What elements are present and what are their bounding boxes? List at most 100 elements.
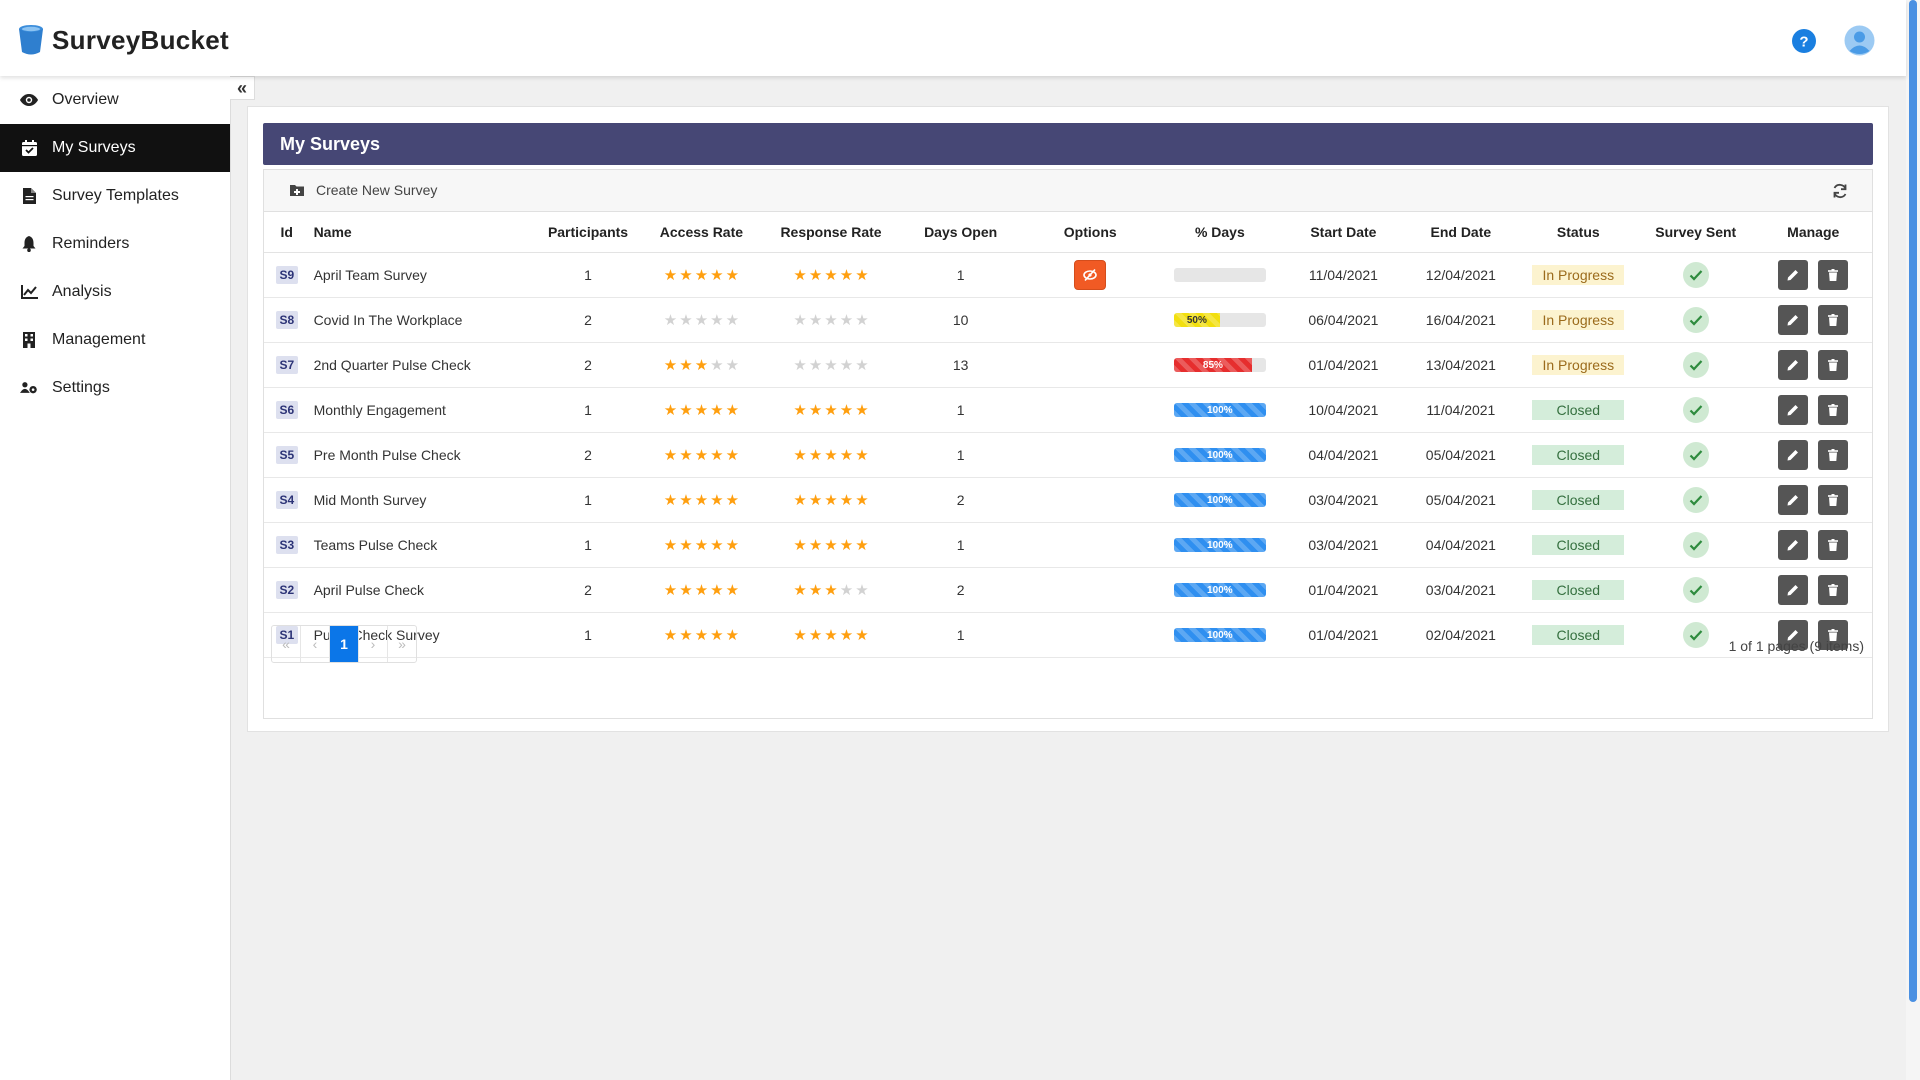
table-row[interactable]: S6 Monthly Engagement 1 ★ ★ ★ ★ ★ ★ ★ ★ ★ ★ 1 100% 10/0… [264,387,1872,433]
survey-name[interactable]: Covid In The Workplace [309,297,540,343]
access-rate-cell: ★ ★ ★ ★ ★ [636,297,767,343]
column-header[interactable]: Id [264,212,310,253]
access-rate-cell: ★ ★ ★ ★ ★ [636,612,767,658]
edit-button[interactable] [1778,305,1809,335]
prev-page-button[interactable]: ‹ [301,626,330,662]
response-rate-cell: ★ ★ ★ ★ ★ [766,477,896,523]
question-circle-icon[interactable]: ? [1791,28,1817,54]
end-date: 16/04/2021 [1402,297,1520,343]
sidebar-item-overview[interactable]: Overview [0,76,230,124]
trash-icon [1828,449,1839,461]
page-button-current[interactable]: 1 [330,626,359,662]
column-header[interactable]: Name [309,212,540,253]
trash-icon [1828,269,1839,281]
survey-name[interactable]: Teams Pulse Check [309,522,540,568]
table-row[interactable]: S2 April Pulse Check 2 ★ ★ ★ ★ ★ ★ ★ ★ ★ ★ 2 100% 01/04… [264,567,1872,613]
progress-fill: 100% [1173,493,1266,507]
star-icon: ★ [808,627,823,644]
column-header[interactable]: Response Rate [766,212,896,253]
delete-button[interactable] [1818,485,1849,515]
page-scrollbar[interactable] [1906,0,1920,1080]
create-new-survey-button[interactable]: Create New Survey [290,182,437,198]
status-cell: In Progress [1519,252,1638,298]
response-rate-cell: ★ ★ ★ ★ ★ [766,432,896,478]
star-icon: ★ [725,267,740,284]
delete-button[interactable] [1818,395,1849,425]
survey-name[interactable]: Pre Month Pulse Check [309,432,540,478]
star-rating: ★ ★ ★ ★ ★ [793,313,868,328]
delete-button[interactable] [1818,260,1849,290]
column-header[interactable]: Manage [1754,212,1872,253]
delete-button[interactable] [1818,305,1849,335]
edit-button[interactable] [1778,575,1809,605]
column-header[interactable]: End Date [1402,212,1520,253]
first-page-button[interactable]: « [272,626,301,662]
refresh-icon[interactable] [1832,183,1848,199]
star-icon: ★ [855,402,869,419]
delete-button[interactable] [1818,575,1849,605]
column-header[interactable]: Access Rate [636,212,767,253]
pencil-icon [1787,360,1799,371]
user-avatar-icon[interactable] [1844,25,1875,56]
survey-name[interactable]: April Pulse Check [309,567,540,613]
survey-id-badge: S8 [275,311,298,329]
hide-survey-button[interactable] [1074,260,1107,290]
star-icon: ★ [663,447,678,464]
delete-button[interactable] [1818,350,1849,380]
logo[interactable]: SurveyBucket [18,24,229,56]
manage-cell [1754,522,1872,568]
table-row[interactable]: S8 Covid In The Workplace 2 ★ ★ ★ ★ ★ ★ ★ ★ ★ ★ 10 50%… [264,297,1872,343]
column-header[interactable]: Start Date [1284,212,1403,253]
delete-button[interactable] [1818,440,1849,470]
days-open: 1 [895,252,1026,298]
table-row[interactable]: S3 Teams Pulse Check 1 ★ ★ ★ ★ ★ ★ ★ ★ ★ ★ 1 100% 03/04… [264,522,1872,568]
sidebar-item-settings[interactable]: Settings [0,364,230,412]
options-cell [1025,477,1156,523]
column-header[interactable]: Options [1025,212,1156,253]
last-page-button[interactable]: » [388,626,416,662]
pct-days-cell: 85% [1155,342,1285,388]
next-page-button[interactable]: › [359,626,388,662]
edit-button[interactable] [1778,440,1809,470]
sidebar-item-analysis[interactable]: Analysis [0,268,230,316]
table-row[interactable]: S4 Mid Month Survey 1 ★ ★ ★ ★ ★ ★ ★ ★ ★ ★ 2 100% 03/04/… [264,477,1872,523]
sidebar-collapse-button[interactable]: « [230,76,255,100]
table-row[interactable]: S9 April Team Survey 1 ★ ★ ★ ★ ★ ★ ★ ★ ★ ★ 1 11/04/202… [264,252,1872,298]
star-icon: ★ [855,447,869,464]
scroll-thumb[interactable] [1909,0,1917,1002]
sidebar-item-my-surveys[interactable]: My Surveys [0,124,230,172]
column-header[interactable]: Days Open [895,212,1026,253]
start-date: 03/04/2021 [1284,477,1403,523]
sidebar-item-reminders[interactable]: Reminders [0,220,230,268]
survey-name[interactable]: Mid Month Survey [309,477,540,523]
survey-id-badge: S2 [275,581,298,599]
edit-button[interactable] [1778,530,1809,560]
table-row[interactable]: S7 2nd Quarter Pulse Check 2 ★ ★ ★ ★ ★ ★ ★ ★ ★ ★ 13 85… [264,342,1872,388]
manage-cell [1754,297,1872,343]
edit-button[interactable] [1778,260,1809,290]
edit-button[interactable] [1778,395,1809,425]
pct-days-cell: 100% [1155,387,1285,433]
column-header[interactable]: Status [1519,212,1638,253]
star-icon: ★ [824,537,838,554]
edit-button[interactable] [1778,485,1809,515]
edit-button[interactable] [1778,350,1809,380]
delete-button[interactable] [1818,530,1849,560]
bell-icon [20,235,38,253]
survey-name[interactable]: 2nd Quarter Pulse Check [309,342,540,388]
column-header[interactable]: Survey Sent [1637,212,1755,253]
survey-name[interactable]: April Team Survey [309,252,540,298]
table-row[interactable]: S1 Pulse Check Survey 1 ★ ★ ★ ★ ★ ★ ★ ★ ★ ★ 1 100% 01/0… [264,612,1872,658]
column-header[interactable]: % Days [1155,212,1285,253]
sidebar-item-management[interactable]: Management [0,316,230,364]
page-title: My Surveys [263,123,1873,165]
survey-name[interactable]: Monthly Engagement [309,387,540,433]
column-header[interactable]: Participants [539,212,637,253]
star-icon: ★ [694,357,709,374]
table-row[interactable]: S5 Pre Month Pulse Check 2 ★ ★ ★ ★ ★ ★ ★ ★ ★ ★ 1 100% 0… [264,432,1872,478]
sidebar-item-survey-templates[interactable]: Survey Templates [0,172,230,220]
eye-slash-icon [1083,268,1098,282]
star-icon: ★ [663,357,678,374]
days-progress-bar: 100% [1173,583,1266,597]
end-date: 03/04/2021 [1402,567,1520,613]
